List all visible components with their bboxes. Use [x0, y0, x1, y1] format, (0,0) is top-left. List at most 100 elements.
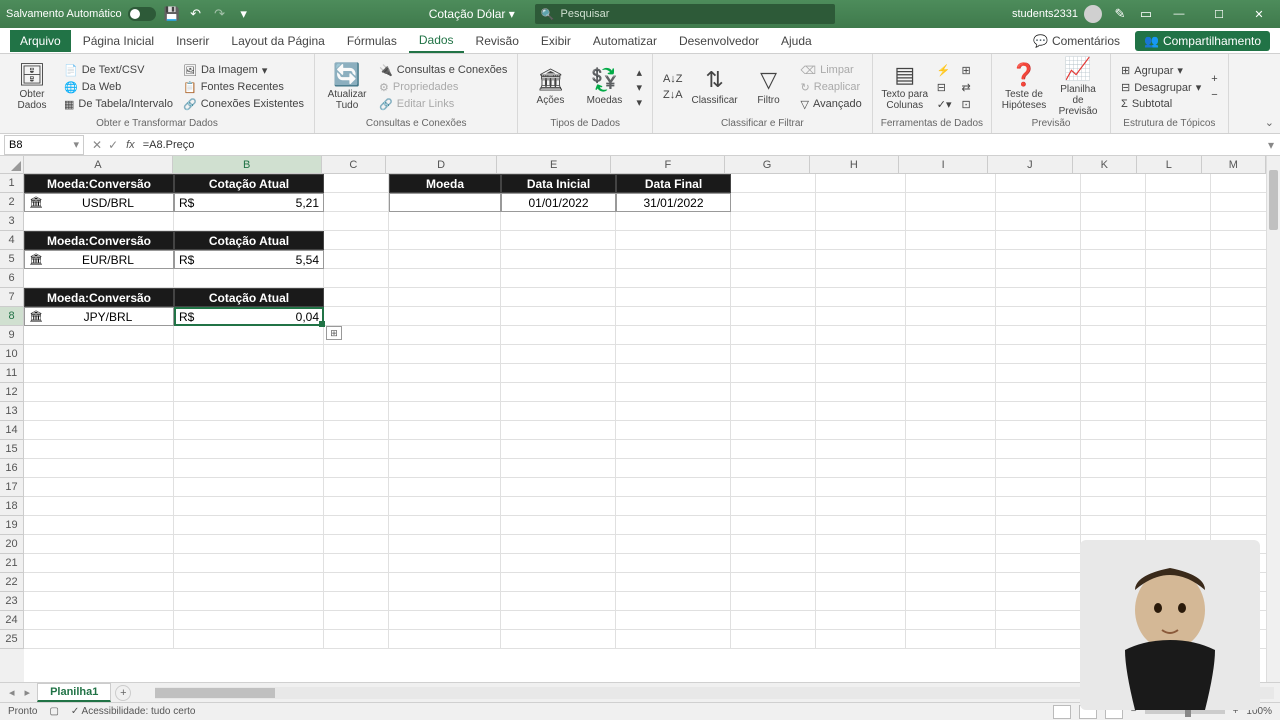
cell[interactable]: Moeda:Conversão — [24, 174, 174, 193]
cell[interactable] — [324, 364, 389, 383]
cell[interactable] — [731, 478, 816, 497]
cell[interactable] — [501, 497, 616, 516]
cancel-formula-button[interactable]: ✕ — [92, 138, 102, 152]
close-button[interactable]: ✕ — [1244, 4, 1274, 24]
cell[interactable] — [324, 193, 389, 212]
cell[interactable]: R$5,21 — [174, 193, 324, 212]
formula-input[interactable]: =A8.Preço — [139, 139, 1262, 151]
cell[interactable] — [324, 459, 389, 478]
cell[interactable] — [501, 307, 616, 326]
cell[interactable] — [1146, 611, 1211, 630]
cell[interactable] — [24, 478, 174, 497]
cell[interactable] — [616, 516, 731, 535]
cell[interactable] — [731, 174, 816, 193]
redo-icon[interactable]: ↷ — [212, 6, 228, 22]
row-header[interactable]: 22 — [0, 573, 24, 592]
cell[interactable] — [501, 554, 616, 573]
filter-button[interactable]: ▽Filtro — [745, 68, 793, 105]
cell[interactable] — [324, 307, 389, 326]
column-header[interactable]: H — [810, 156, 899, 174]
cell[interactable] — [324, 231, 389, 250]
row-header[interactable]: 15 — [0, 440, 24, 459]
cell[interactable] — [1081, 250, 1146, 269]
hide-detail-button[interactable]: − — [1209, 88, 1219, 102]
cell[interactable]: Cotação Atual — [174, 231, 324, 250]
tab-help[interactable]: Ajuda — [771, 30, 822, 52]
cell[interactable] — [501, 326, 616, 345]
cell[interactable] — [816, 288, 906, 307]
cell[interactable] — [731, 459, 816, 478]
cell[interactable] — [24, 497, 174, 516]
cell[interactable] — [731, 231, 816, 250]
cell[interactable] — [324, 269, 389, 288]
cell[interactable] — [174, 421, 324, 440]
cell[interactable] — [616, 364, 731, 383]
cell[interactable] — [616, 402, 731, 421]
cell[interactable] — [816, 174, 906, 193]
cell[interactable] — [501, 440, 616, 459]
cell[interactable] — [389, 326, 501, 345]
cell[interactable] — [1081, 592, 1146, 611]
cell[interactable]: Data Inicial — [501, 174, 616, 193]
spreadsheet-grid[interactable]: ABCDEFGHIJKLM 12345678910111213141516171… — [0, 156, 1280, 682]
cell[interactable] — [1081, 630, 1146, 649]
tab-automate[interactable]: Automatizar — [583, 30, 667, 52]
cell[interactable] — [616, 345, 731, 364]
cell[interactable] — [996, 402, 1081, 421]
tab-data[interactable]: Dados — [409, 29, 464, 53]
cell[interactable] — [24, 440, 174, 459]
share-button[interactable]: 👥Compartilhamento — [1135, 31, 1270, 51]
cell[interactable] — [24, 345, 174, 364]
cell[interactable] — [996, 421, 1081, 440]
cell[interactable] — [731, 440, 816, 459]
cell[interactable] — [324, 212, 389, 231]
cell[interactable] — [174, 516, 324, 535]
cell[interactable] — [731, 497, 816, 516]
zoom-in-button[interactable]: + — [1233, 706, 1239, 717]
tab-layout[interactable]: Layout da Página — [221, 30, 334, 52]
cell[interactable] — [1081, 573, 1146, 592]
cell[interactable] — [174, 478, 324, 497]
cell[interactable] — [174, 440, 324, 459]
cell[interactable] — [906, 174, 996, 193]
cell[interactable] — [1146, 516, 1211, 535]
cell[interactable] — [996, 497, 1081, 516]
cell[interactable] — [324, 535, 389, 554]
macro-record-icon[interactable]: ▢ — [49, 706, 58, 717]
comments-button[interactable]: 💬Comentários — [1024, 31, 1129, 51]
cell[interactable] — [616, 288, 731, 307]
row-header[interactable]: 13 — [0, 402, 24, 421]
column-header[interactable]: B — [173, 156, 322, 174]
cell[interactable] — [616, 554, 731, 573]
cell[interactable] — [616, 630, 731, 649]
row-header[interactable]: 20 — [0, 535, 24, 554]
cell[interactable] — [1146, 307, 1211, 326]
cell[interactable] — [731, 535, 816, 554]
cell[interactable] — [731, 421, 816, 440]
cell[interactable] — [906, 554, 996, 573]
row-header[interactable]: 19 — [0, 516, 24, 535]
cell[interactable] — [24, 573, 174, 592]
cell[interactable] — [501, 250, 616, 269]
accessibility-status[interactable]: ✓ Acessibilidade: tudo certo — [71, 706, 196, 717]
cell[interactable] — [816, 497, 906, 516]
cell[interactable] — [501, 231, 616, 250]
cell[interactable] — [816, 269, 906, 288]
cell[interactable] — [1146, 630, 1211, 649]
cell[interactable] — [174, 592, 324, 611]
cell[interactable] — [731, 288, 816, 307]
cell[interactable] — [24, 326, 174, 345]
column-header[interactable]: C — [322, 156, 386, 174]
cell[interactable] — [731, 193, 816, 212]
cell[interactable] — [906, 459, 996, 478]
cell[interactable] — [389, 193, 501, 212]
cell[interactable] — [1081, 535, 1146, 554]
cell[interactable] — [324, 573, 389, 592]
cell[interactable] — [816, 326, 906, 345]
sort-button[interactable]: ⇅Classificar — [691, 68, 739, 105]
cell[interactable] — [996, 345, 1081, 364]
cell[interactable] — [24, 535, 174, 554]
cell[interactable] — [731, 516, 816, 535]
cell[interactable] — [501, 345, 616, 364]
cell[interactable] — [616, 592, 731, 611]
